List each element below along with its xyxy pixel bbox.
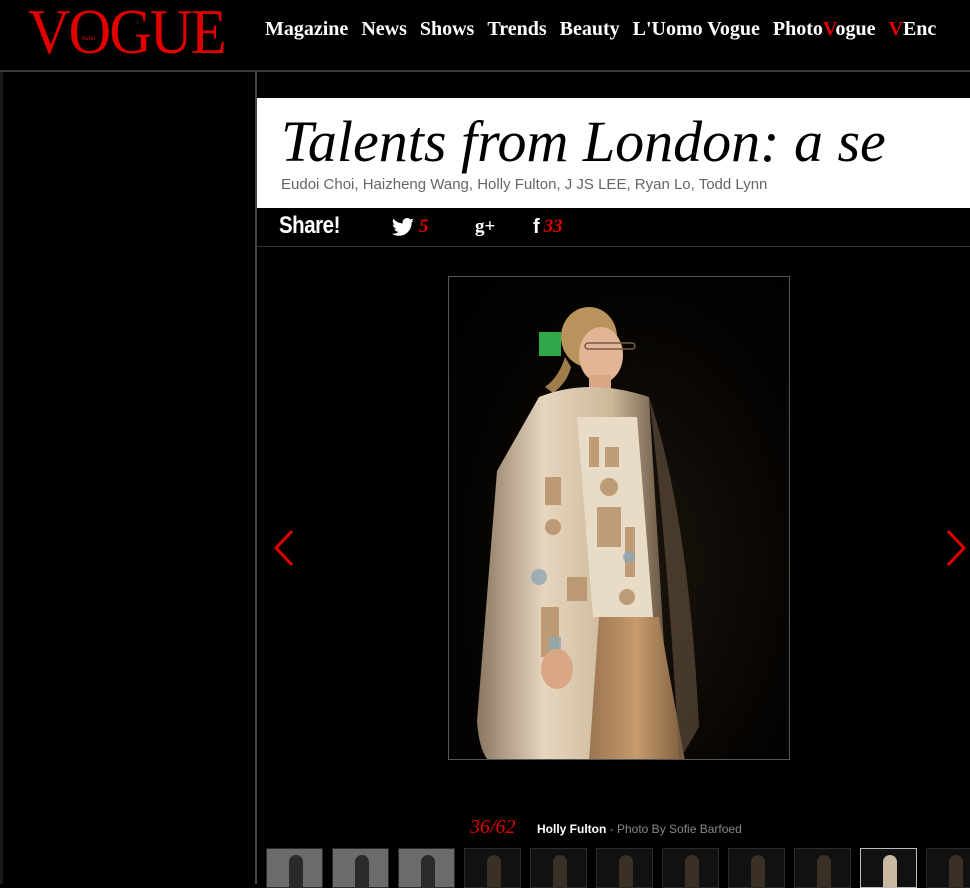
thumbnail-figure xyxy=(421,855,435,887)
vogue-logo[interactable]: VOGUE xyxy=(28,0,227,64)
left-edge xyxy=(0,72,3,884)
runway-model-image xyxy=(477,307,699,759)
photovogue-part-b: ogue xyxy=(835,18,876,40)
thumbnail-strip xyxy=(266,848,970,888)
thumbnail-figure xyxy=(355,855,369,887)
twitter-icon xyxy=(391,218,414,236)
share-bar: Share! 5 g+ f 33 xyxy=(257,208,970,247)
twitter-share-button[interactable]: 5 xyxy=(391,214,429,240)
thumbnail-figure xyxy=(289,855,303,887)
caption-credit: - Photo By Sofie Barfoed xyxy=(606,822,742,836)
thumbnail-6[interactable] xyxy=(596,848,653,888)
thumbnail-11[interactable] xyxy=(926,848,970,888)
left-sidebar xyxy=(0,72,257,884)
photo-caption: Holly Fulton - Photo By Sofie Barfoed xyxy=(537,822,742,836)
nav-item-photovogue[interactable]: PhotoVogue xyxy=(773,18,876,40)
twitter-count: 5 xyxy=(419,216,429,237)
thumbnail-10[interactable] xyxy=(860,848,917,888)
thumbnail-8[interactable] xyxy=(728,848,785,888)
vencyclo-v: V xyxy=(888,18,903,40)
facebook-share-button[interactable]: f 33 xyxy=(533,214,563,240)
nav-item-trends[interactable]: Trends xyxy=(487,18,546,40)
breadcrumb-strip xyxy=(257,72,970,98)
nav-item-beauty[interactable]: Beauty xyxy=(560,18,620,40)
gallery-counter: 36/62 xyxy=(470,816,516,838)
photovogue-v: V xyxy=(822,18,836,40)
gplus-icon: g+ xyxy=(475,216,496,237)
photovogue-part-a: Photo xyxy=(772,18,823,40)
thumbnail-figure xyxy=(817,855,831,887)
thumbnail-figure xyxy=(685,855,699,887)
thumbnail-3[interactable] xyxy=(398,848,455,888)
caption-designer: Holly Fulton xyxy=(537,822,607,836)
facebook-count: 33 xyxy=(543,216,563,237)
article-header: Talents from London: a se Eudoi Choi, Ha… xyxy=(257,98,970,208)
next-arrow-icon[interactable] xyxy=(944,528,968,568)
nav-item-shows[interactable]: Shows xyxy=(420,18,474,40)
nav-item-magazine[interactable]: Magazine xyxy=(265,18,348,40)
thumbnail-figure xyxy=(883,855,897,887)
facebook-icon: f xyxy=(533,215,540,238)
thumbnail-figure xyxy=(619,855,633,887)
thumbnail-figure xyxy=(949,855,963,887)
thumbnail-figure xyxy=(487,855,501,887)
thumbnail-4[interactable] xyxy=(464,848,521,888)
page-title: Talents from London: a se xyxy=(281,109,886,174)
vencyclo-rest: Enc xyxy=(902,18,937,40)
thumbnail-figure xyxy=(751,855,765,887)
thumbnail-9[interactable] xyxy=(794,848,851,888)
thumbnail-figure xyxy=(553,855,567,887)
nav-item-vencyclo[interactable]: VEnc xyxy=(888,18,936,40)
gallery-photo[interactable] xyxy=(448,276,790,760)
share-label: Share! xyxy=(279,212,340,239)
nav-item-news[interactable]: News xyxy=(361,18,407,40)
thumbnail-7[interactable] xyxy=(662,848,719,888)
gplus-share-button[interactable]: g+ xyxy=(475,214,495,240)
nav-menu: Magazine News Shows Trends Beauty L'Uomo Vogu… xyxy=(265,18,949,41)
previous-arrow-icon[interactable] xyxy=(272,528,296,568)
designer-list: Eudoi Choi, Haizheng Wang, Holly Fulton,… xyxy=(281,176,768,193)
nav-item-luomo-vogue[interactable]: L'Uomo Vogue xyxy=(633,18,760,40)
logo-subtitle: Italia xyxy=(82,36,95,42)
thumbnail-1[interactable] xyxy=(266,848,323,888)
thumbnail-5[interactable] xyxy=(530,848,587,888)
thumbnail-2[interactable] xyxy=(332,848,389,888)
top-navigation: VOGUE Italia Magazine News Shows Trends Beau… xyxy=(0,0,970,72)
